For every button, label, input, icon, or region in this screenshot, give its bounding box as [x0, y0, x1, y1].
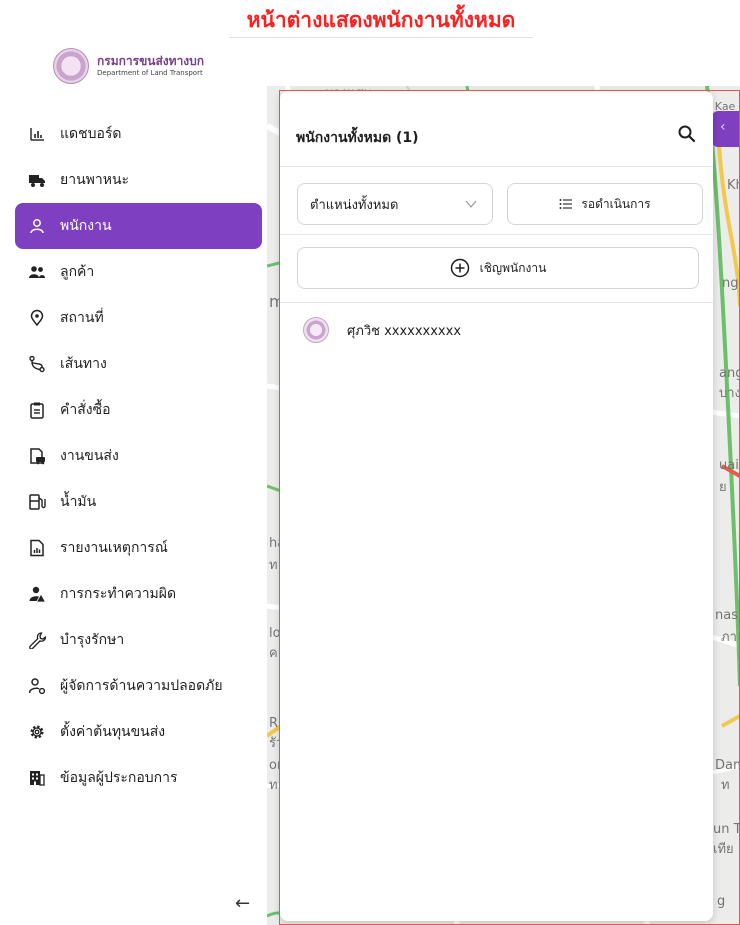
sidebar-item-label: การกระทำความผิด	[60, 586, 177, 602]
collapse-sidebar-button[interactable]: ←	[235, 893, 250, 914]
sidebar-item-label: น้ำมัน	[60, 494, 97, 510]
gear-icon	[28, 723, 46, 741]
annotation-heading: หน้าต่างแสดงพนักงานทั้งหมด	[229, 4, 533, 38]
invite-employee-button[interactable]: เชิญพนักงาน	[297, 247, 699, 289]
panel-header: พนักงานทั้งหมด (1)	[280, 91, 713, 167]
sidebar-item-fuel[interactable]: น้ำมัน	[15, 479, 262, 525]
map-label: เทีย	[713, 842, 734, 857]
employee-row[interactable]: ศุภวิช xxxxxxxxxx	[280, 303, 713, 357]
invite-employee-label: เชิญพนักงาน	[479, 260, 547, 275]
map-label: lo	[269, 626, 281, 641]
filter-bar: ตำแหน่งทั้งหมด รอดำเนินการ	[280, 167, 713, 235]
dlt-seal-logo	[53, 48, 89, 84]
invite-section: เชิญพนักงาน	[280, 235, 713, 303]
person-icon	[28, 217, 46, 235]
list-icon	[559, 199, 573, 209]
map-label: ng	[722, 276, 739, 291]
chevron-left-icon: ‹	[720, 119, 726, 135]
sidebar-item-deliveries[interactable]: งานขนส่ง	[15, 433, 262, 479]
search-button[interactable]	[676, 123, 698, 145]
panel-title: พนักงานทั้งหมด (1)	[296, 130, 419, 146]
position-filter-select[interactable]: ตำแหน่งทั้งหมด	[297, 183, 493, 225]
pending-status-label: รอดำเนินการ	[581, 196, 651, 211]
arrow-left-icon: ←	[235, 893, 251, 914]
employee-panel: พนักงานทั้งหมด (1) ตำแหน่งทั้งหมด รอดำเน…	[280, 91, 713, 921]
sidebar-item-label: บำรุงรักษา	[60, 632, 125, 648]
map-label: nasi	[715, 608, 740, 623]
sidebar-item-safety-manager[interactable]: ผู้จัดการด้านความปลอดภัย	[15, 663, 262, 709]
employee-avatar	[303, 317, 329, 343]
sidebar-item-violations[interactable]: การกระทำความผิด	[15, 571, 262, 617]
sidebar-item-label: งานขนส่ง	[60, 448, 119, 464]
brand-name-th: กรมการขนส่งทางบก	[97, 54, 205, 68]
route-icon	[28, 355, 46, 373]
sidebar-item-label: ผู้จัดการด้านความปลอดภัย	[60, 678, 223, 694]
sidebar-item-operator-info[interactable]: ข้อมูลผู้ประกอบการ	[15, 755, 262, 801]
map-label: ย	[719, 480, 727, 495]
building-icon	[28, 769, 46, 787]
sidebar-item-dashboard[interactable]: แดชบอร์ด	[15, 111, 262, 157]
sidebar-item-label: พนักงาน	[60, 218, 112, 234]
sidebar-item-label: ตั้งค่าต้นทุนขนส่ง	[60, 724, 166, 740]
report-icon	[28, 539, 46, 557]
sidebar-item-label: รายงานเหตุการณ์	[60, 540, 168, 556]
location-pin-icon	[28, 309, 46, 327]
sidebar-item-locations[interactable]: สถานที่	[15, 295, 262, 341]
delivery-icon	[28, 447, 46, 465]
map-label: ภา	[721, 630, 737, 645]
truck-icon	[28, 171, 46, 189]
sidebar-item-transport-cost-settings[interactable]: ตั้งค่าต้นทุนขนส่ง	[15, 709, 262, 755]
sidebar-item-vehicles[interactable]: ยานพาหนะ	[15, 157, 262, 203]
sidebar-nav: แดชบอร์ด ยานพาหนะ พนักงาน ลูกค้า สถานที่…	[15, 111, 262, 801]
clipboard-icon	[28, 401, 46, 419]
sidebar-item-label: ลูกค้า	[60, 264, 95, 280]
screen: หน้าต่างแสดงพนักงานทั้งหมด Kae Kh ng ang…	[0, 0, 740, 925]
sidebar-item-label: ข้อมูลผู้ประกอบการ	[60, 770, 178, 786]
map-label: R	[269, 716, 279, 731]
safety-manager-icon	[28, 677, 46, 695]
pending-status-button[interactable]: รอดำเนินการ	[507, 183, 703, 225]
map-label: Kh	[727, 178, 740, 193]
wrench-icon	[28, 631, 46, 649]
sidebar-item-label: คำสั่งซื้อ	[60, 402, 111, 418]
sidebar-item-employees[interactable]: พนักงาน	[15, 203, 262, 249]
employee-name: ศุภวิช xxxxxxxxxx	[347, 323, 462, 339]
map-label: g	[717, 894, 726, 909]
chevron-down-icon	[465, 200, 477, 208]
sidebar-item-incident-report[interactable]: รายงานเหตุการณ์	[15, 525, 262, 571]
sidebar-item-routes[interactable]: เส้นทาง	[15, 341, 262, 387]
sidebar: กรมการขนส่งทางบก Department of Land Tran…	[9, 38, 267, 925]
employee-list: ศุภวิช xxxxxxxxxx	[280, 303, 713, 357]
brand-name-en: Department of Land Transport	[97, 69, 203, 77]
sidebar-item-label: ยานพาหนะ	[60, 172, 130, 188]
map-label: ท	[721, 778, 730, 793]
violation-icon	[28, 585, 46, 603]
people-icon	[28, 263, 46, 281]
sidebar-item-label: สถานที่	[60, 310, 104, 326]
map-label: un T	[713, 822, 740, 837]
sidebar-item-maintenance[interactable]: บำรุงรักษา	[15, 617, 262, 663]
map-label: ท	[269, 558, 278, 573]
sidebar-item-customers[interactable]: ลูกค้า	[15, 249, 262, 295]
app-window: บางแสน Lat Lum Kae Kh ng angi บางจ uai ย…	[9, 38, 740, 925]
position-filter-value: ตำแหน่งทั้งหมด	[310, 197, 399, 213]
brand-logo[interactable]: กรมการขนส่งทางบก Department of Land Tran…	[53, 48, 204, 84]
map-label: angi	[719, 366, 740, 381]
bar-chart-icon	[28, 125, 46, 143]
plus-circle-icon	[450, 258, 469, 278]
map-label: uai	[719, 458, 739, 473]
sidebar-item-label: เส้นทาง	[60, 356, 107, 372]
fuel-icon	[28, 493, 46, 511]
sidebar-item-orders[interactable]: คำสั่งซื้อ	[15, 387, 262, 433]
sidebar-item-label: แดชบอร์ด	[60, 126, 122, 142]
expand-panel-tab[interactable]: ‹	[712, 111, 740, 147]
map-label: บางจ	[719, 386, 740, 401]
map-label: Dam	[715, 758, 740, 773]
search-icon	[678, 125, 696, 143]
